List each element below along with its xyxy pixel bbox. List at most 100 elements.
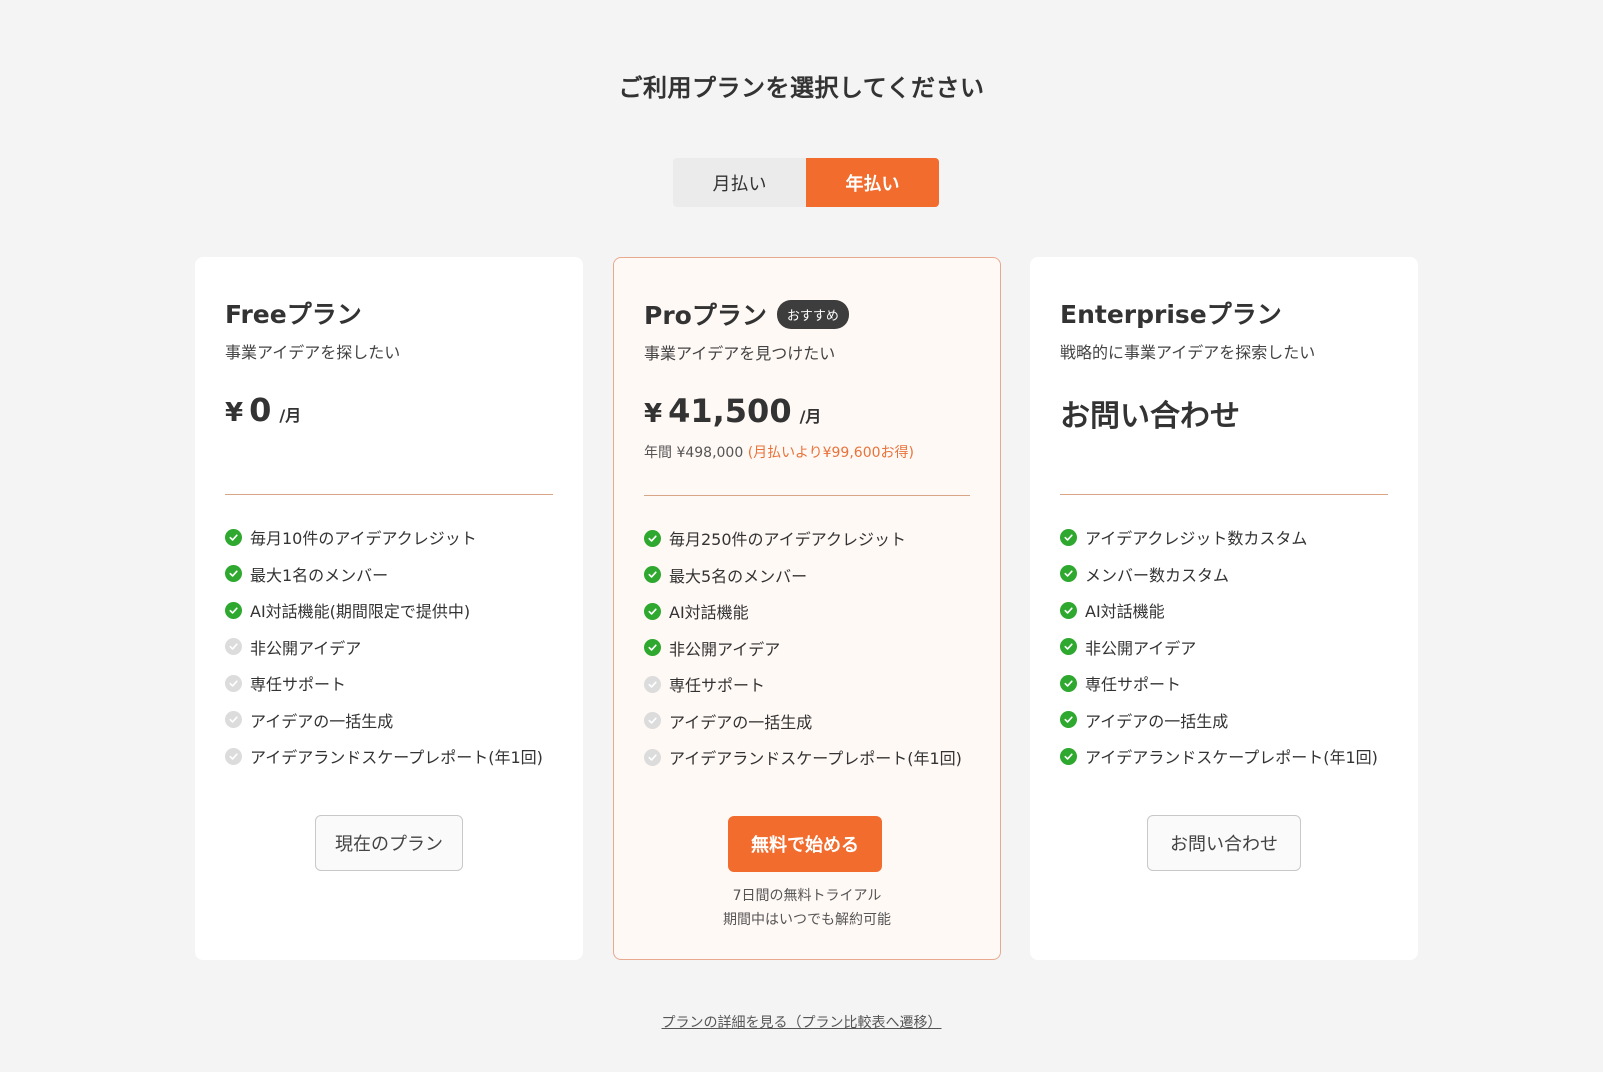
- plan-card-free: Freeプラン 事業アイデアを探したい ¥ 0 /月 毎月10件のアイデアクレジ…: [195, 257, 583, 960]
- divider: [1060, 494, 1388, 495]
- trial-line-1: 7日間の無料トライアル: [732, 888, 882, 904]
- feature-item: 毎月10件のアイデアクレジット: [225, 519, 573, 556]
- check-circle-icon: [225, 565, 242, 583]
- feature-label: 非公開アイデア: [1085, 638, 1197, 658]
- check-circle-icon: [644, 602, 661, 620]
- feature-item: アイデアランドスケープレポート(年1回): [225, 738, 573, 775]
- feature-label: 最大1名のメンバー: [250, 565, 389, 585]
- divider: [225, 494, 553, 495]
- trial-line-2: 期間中はいつでも解約可能: [723, 912, 891, 928]
- check-circle-icon: [1060, 747, 1077, 765]
- feature-label: アイデアランドスケープレポート(年1回): [1085, 748, 1378, 768]
- check-circle-disabled-icon: [225, 747, 242, 765]
- feature-label: 専任サポート: [669, 676, 766, 696]
- feature-item: アイデアクレジット数カスタム: [1060, 519, 1408, 556]
- plan-card-enterprise: Enterpriseプラン 戦略的に事業アイデアを探索したい お問い合わせ アイ…: [1030, 257, 1418, 960]
- feature-label: AI対話機能: [1085, 602, 1165, 622]
- check-circle-icon: [1060, 674, 1077, 692]
- feature-label: アイデアクレジット数カスタム: [1085, 529, 1308, 549]
- feature-label: AI対話機能: [669, 603, 749, 623]
- feature-item: アイデアランドスケープレポート(年1回): [1060, 738, 1408, 775]
- feature-label: 毎月10件のアイデアクレジット: [250, 529, 477, 549]
- feature-item: アイデアの一括生成: [225, 702, 573, 739]
- plan-name: Freeプラン: [225, 300, 362, 329]
- check-circle-icon: [1060, 528, 1077, 546]
- feature-item: メンバー数カスタム: [1060, 556, 1408, 593]
- feature-label: 最大5名のメンバー: [669, 566, 808, 586]
- feature-item: 専任サポート: [225, 665, 573, 702]
- price-unit: /月: [279, 406, 302, 425]
- start-free-button[interactable]: 無料で始める: [728, 816, 882, 872]
- contact-button[interactable]: お問い合わせ: [1147, 815, 1301, 871]
- feature-item: 専任サポート: [644, 666, 990, 703]
- feature-item: AI対話機能: [1060, 592, 1408, 629]
- check-circle-icon: [1060, 565, 1077, 583]
- trial-note: 7日間の無料トライアル 期間中はいつでも解約可能: [614, 884, 1000, 932]
- check-circle-icon: [1060, 711, 1077, 729]
- price-amount: 0: [249, 391, 272, 429]
- feature-label: 毎月250件のアイデアクレジット: [669, 530, 906, 550]
- feature-item: 毎月250件のアイデアクレジット: [644, 520, 990, 557]
- price-amount: 41,500: [668, 392, 792, 430]
- check-circle-icon: [644, 566, 661, 584]
- check-circle-icon: [225, 601, 242, 619]
- check-circle-disabled-icon: [225, 674, 242, 692]
- feature-item: アイデアの一括生成: [644, 703, 990, 740]
- feature-item: AI対話機能(期間限定で提供中): [225, 592, 573, 629]
- check-circle-icon: [1060, 638, 1077, 656]
- feature-item: 非公開アイデア: [1060, 629, 1408, 666]
- pricing-page: ご利用プランを選択してください 月払い 年払い Freeプラン 事業アイデアを探…: [0, 0, 1603, 1072]
- feature-label: アイデアランドスケープレポート(年1回): [250, 748, 543, 768]
- price: ¥ 0 /月: [225, 391, 553, 431]
- recommended-badge: おすすめ: [776, 299, 849, 329]
- feature-item: 最大1名のメンバー: [225, 556, 573, 593]
- price-currency: ¥: [225, 398, 244, 428]
- check-circle-disabled-icon: [644, 675, 661, 693]
- check-circle-disabled-icon: [225, 638, 242, 656]
- plan-subtitle: 戦略的に事業アイデアを探索したい: [1060, 343, 1316, 362]
- feature-item: アイデアの一括生成: [1060, 702, 1408, 739]
- feature-label: アイデアの一括生成: [1085, 711, 1229, 731]
- feature-label: アイデアの一括生成: [669, 712, 813, 732]
- current-plan-button[interactable]: 現在のプラン: [315, 815, 463, 871]
- page-title: ご利用プランを選択してください: [618, 74, 985, 102]
- feature-label: 専任サポート: [1085, 675, 1182, 695]
- check-circle-disabled-icon: [644, 712, 661, 730]
- price: ¥ 41,500 /月: [644, 392, 970, 432]
- feature-item: 非公開アイデア: [225, 629, 573, 666]
- check-circle-icon: [644, 529, 661, 547]
- check-circle-icon: [644, 639, 661, 657]
- feature-item: 専任サポート: [1060, 665, 1408, 702]
- yearly-billing-button[interactable]: 年払い: [806, 158, 939, 207]
- feature-item: 最大5名のメンバー: [644, 557, 990, 594]
- check-circle-disabled-icon: [644, 748, 661, 766]
- check-circle-disabled-icon: [225, 711, 242, 729]
- feature-label: アイデアランドスケープレポート(年1回): [669, 749, 962, 769]
- annual-price: 年間 ¥498,000 (月払いより¥99,600お得): [644, 442, 970, 462]
- divider: [644, 495, 970, 496]
- plan-subtitle: 事業アイデアを見つけたい: [644, 344, 836, 363]
- plan-card-pro: Proプラン おすすめ 事業アイデアを見つけたい ¥ 41,500 /月 年間 …: [613, 257, 1001, 960]
- feature-label: メンバー数カスタム: [1085, 565, 1230, 585]
- check-circle-icon: [1060, 601, 1077, 619]
- plan-details-link[interactable]: プランの詳細を見る（プラン比較表へ遷移）: [0, 1012, 1603, 1032]
- check-circle-icon: [225, 528, 242, 546]
- price-contact: お問い合わせ: [1060, 399, 1240, 434]
- feature-list: アイデアクレジット数カスタム メンバー数カスタム AI対話機能非公開アイデア 専任サポ…: [1060, 519, 1408, 775]
- feature-label: AI対話機能(期間限定で提供中): [250, 602, 471, 622]
- monthly-billing-button[interactable]: 月払い: [673, 158, 806, 207]
- billing-toggle: 月払い 年払い: [673, 158, 939, 207]
- annual-total: 年間 ¥498,000: [644, 445, 744, 461]
- feature-item: AI対話機能: [644, 593, 990, 630]
- feature-label: アイデアの一括生成: [250, 711, 394, 731]
- feature-label: 非公開アイデア: [250, 638, 362, 658]
- price-unit: /月: [799, 407, 822, 426]
- plan-name: Proプラン: [644, 301, 767, 330]
- feature-list: 毎月250件のアイデアクレジット 最大5名のメンバー AI対話機能非公開アイデア専任…: [644, 520, 990, 776]
- feature-list: 毎月10件のアイデアクレジット 最大1名のメンバー AI対話機能(期間限定で提供中)…: [225, 519, 573, 775]
- feature-item: アイデアランドスケープレポート(年1回): [644, 739, 990, 776]
- annual-saving: (月払いより¥99,600お得): [747, 445, 914, 461]
- plan-subtitle: 事業アイデアを探したい: [225, 343, 401, 362]
- feature-item: 非公開アイデア: [644, 630, 990, 667]
- feature-label: 専任サポート: [250, 675, 347, 695]
